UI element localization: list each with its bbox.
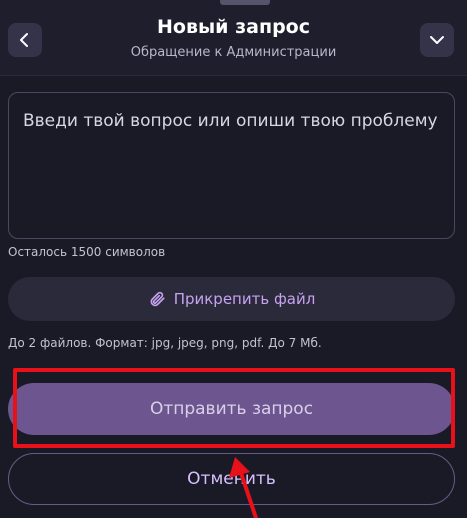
drag-handle[interactable] [220, 0, 270, 5]
cancel-label: Отменить [187, 469, 276, 489]
character-counter: Осталось 1500 символов [8, 245, 166, 259]
back-button[interactable] [8, 23, 42, 57]
paperclip-icon [150, 291, 165, 307]
attach-file-label: Прикрепить файл [173, 290, 316, 308]
cancel-button[interactable]: Отменить [8, 453, 455, 505]
collapse-button[interactable] [420, 23, 454, 57]
attach-file-button[interactable]: Прикрепить файл [8, 277, 455, 321]
submit-request-button[interactable]: Отправить запрос [8, 383, 455, 435]
question-input[interactable] [8, 92, 455, 239]
chevron-down-icon [430, 36, 444, 44]
file-format-hint: До 2 файлов. Формат: jpg, jpeg, png, pdf… [8, 336, 322, 350]
page-subtitle: Обращение к Администрации [130, 45, 337, 60]
header: Новый запрос Обращение к Администрации [0, 0, 467, 76]
submit-request-label: Отправить запрос [149, 399, 314, 419]
annotation-arrow [229, 457, 258, 518]
page-title: Новый запрос [157, 16, 310, 38]
chevron-left-icon [20, 33, 28, 47]
